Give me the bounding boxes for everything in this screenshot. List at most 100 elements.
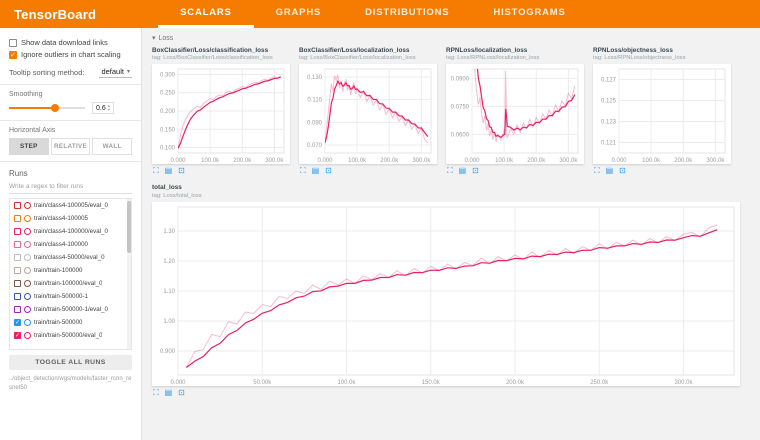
run-list-item[interactable]: train/train-500000-1/eval_0 [10,303,127,316]
run-color-icon [24,267,31,274]
chart-tag: tag: Loss/BoxClassifier/Loss/classificat… [152,55,290,61]
svg-text:0.110: 0.110 [307,98,322,104]
axis-relative-button[interactable]: RELATIVE [51,138,91,155]
run-list-item[interactable]: train/class4-100005 [10,212,127,225]
run-checkbox-icon[interactable] [14,306,21,313]
runs-list: train/class4-100005/eval_0 train/class4-… [9,198,132,350]
run-list-item[interactable]: train/class4-100005/eval_0 [10,199,127,212]
runs-scrollbar[interactable] [127,199,131,349]
show-download-links-checkbox[interactable]: Show data download links [9,38,132,47]
run-checkbox-icon[interactable] [14,202,21,209]
svg-text:100.0k: 100.0k [337,380,356,386]
axis-wall-button[interactable]: WALL [92,138,132,155]
svg-text:0.300: 0.300 [160,73,176,79]
svg-text:1.10: 1.10 [163,289,175,295]
tab-distributions[interactable]: DISTRIBUTIONS [343,0,471,28]
svg-text:0.000: 0.000 [170,158,186,164]
run-list-item[interactable]: train/train-100000/eval_0 [10,277,127,290]
axis-step-button[interactable]: STEP [9,138,49,155]
run-checkbox-icon[interactable]: ✓ [14,319,21,326]
run-list-item[interactable]: ✓ train/train-500000 [10,316,127,329]
run-list-item[interactable]: train/train-100000 [10,264,127,277]
slider-knob[interactable] [51,104,59,112]
run-list-item[interactable]: ✓ train/train-500000/eval_0 [10,329,127,342]
fit-domain-icon[interactable]: ▤ [165,389,173,397]
runs-logdir-path: ../object_detection/wgs/models/faster_rc… [9,375,132,393]
run-list-item[interactable]: train/class4-50000/eval_0 [10,251,127,264]
checkbox-checked-icon: ✓ [9,51,17,59]
fit-domain-icon[interactable]: ▤ [165,167,173,175]
app-title: TensorBoard [0,7,110,22]
fit-domain-icon[interactable]: ▤ [606,167,614,175]
fullscreen-icon[interactable]: ⛶ [153,389,159,397]
fullscreen-icon[interactable]: ⛶ [594,167,600,175]
chart-tag: tag: Loss/RPNLoss/localization_loss [446,55,584,61]
horizontal-axis-label: Horizontal Axis [9,127,132,134]
svg-text:250.0k: 250.0k [590,380,609,386]
svg-text:100.0k: 100.0k [348,158,367,164]
run-checkbox-icon[interactable] [14,293,21,300]
divider [0,161,141,162]
fullscreen-icon[interactable]: ⛶ [153,167,159,175]
chart-tag: tag: Loss/total_loss [152,193,740,199]
run-list-item[interactable]: train/class4-100000/eval_0 [10,225,127,238]
pin-icon[interactable]: ⊡ [178,167,185,175]
run-label: train/train-500000 [34,319,83,326]
tab-scalars[interactable]: SCALARS [158,0,254,28]
chart-plot[interactable]: 0.9001.001.101.201.300.00050.00k100.0k15… [152,202,740,386]
smoothing-slider[interactable] [9,103,85,113]
tab-histograms[interactable]: HISTOGRAMS [471,0,587,28]
svg-text:0.000: 0.000 [611,158,627,164]
svg-text:0.900: 0.900 [160,349,176,355]
svg-text:0.150: 0.150 [160,128,176,134]
run-checkbox-icon[interactable] [14,267,21,274]
fit-domain-icon[interactable]: ▤ [312,167,320,175]
dashboard-main: ▾ Loss BoxClassifier/Loss/classification… [142,28,760,440]
app-header: TensorBoard SCALARS GRAPHS DISTRIBUTIONS… [0,0,760,28]
toggle-all-runs-button[interactable]: TOGGLE ALL RUNS [9,355,132,370]
pin-icon[interactable]: ⊡ [178,389,185,397]
run-label: train/train-500000-1/eval_0 [34,306,108,313]
svg-text:300.0k: 300.0k [412,158,431,164]
checkbox-icon [9,39,17,47]
run-checkbox-icon[interactable] [14,241,21,248]
run-list-item[interactable]: train/train-500000-1 [10,290,127,303]
chart-plot[interactable]: 0.0700.0900.1100.1300.000100.0k200.0k300… [299,64,437,164]
svg-text:1.20: 1.20 [163,259,175,265]
loss-section-header[interactable]: ▾ Loss [152,34,750,42]
pin-icon[interactable]: ⊡ [325,167,332,175]
fit-domain-icon[interactable]: ▤ [459,167,467,175]
run-checkbox-icon[interactable] [14,254,21,261]
svg-text:300.0k: 300.0k [706,158,725,164]
chart-card-total-loss: total_loss tag: Loss/total_loss 0.9001.0… [152,184,740,396]
fullscreen-icon[interactable]: ⛶ [447,167,453,175]
svg-text:0.200: 0.200 [160,109,176,115]
run-color-icon [24,280,31,287]
chart-plot[interactable]: 0.06000.07500.09000.000100.0k200.0k300.0… [446,64,584,164]
run-color-icon [24,319,31,326]
pin-icon[interactable]: ⊡ [472,167,479,175]
run-color-icon [24,332,31,339]
spinner-down-icon[interactable]: ▾ [108,108,110,112]
runs-scrollbar-thumb[interactable] [127,201,131,253]
sidebar: Show data download links ✓ Ignore outlie… [0,28,142,440]
svg-text:0.123: 0.123 [601,120,617,126]
runs-filter-input[interactable] [9,180,132,194]
run-list-item[interactable]: train/class4-100000 [10,238,127,251]
tooltip-sorting-select[interactable]: default ▾ [99,66,132,78]
fullscreen-icon[interactable]: ⛶ [300,167,306,175]
svg-text:200.0k: 200.0k [527,158,546,164]
run-color-icon [24,293,31,300]
run-checkbox-icon[interactable]: ✓ [14,332,21,339]
pin-icon[interactable]: ⊡ [619,167,626,175]
run-checkbox-icon[interactable] [14,228,21,235]
smoothing-value-input[interactable]: 0.6 ▴ ▾ [92,102,114,114]
run-checkbox-icon[interactable] [14,215,21,222]
ignore-outliers-checkbox[interactable]: ✓ Ignore outliers in chart scaling [9,50,132,59]
chart-plot[interactable]: 0.1210.1230.1250.1270.000100.0k200.0k300… [593,64,731,164]
svg-text:50.00k: 50.00k [253,380,272,386]
chart-plot[interactable]: 0.1000.1500.2000.2500.3000.000100.0k200.… [152,64,290,164]
svg-text:1.30: 1.30 [163,229,175,235]
tab-graphs[interactable]: GRAPHS [254,0,343,28]
run-checkbox-icon[interactable] [14,280,21,287]
